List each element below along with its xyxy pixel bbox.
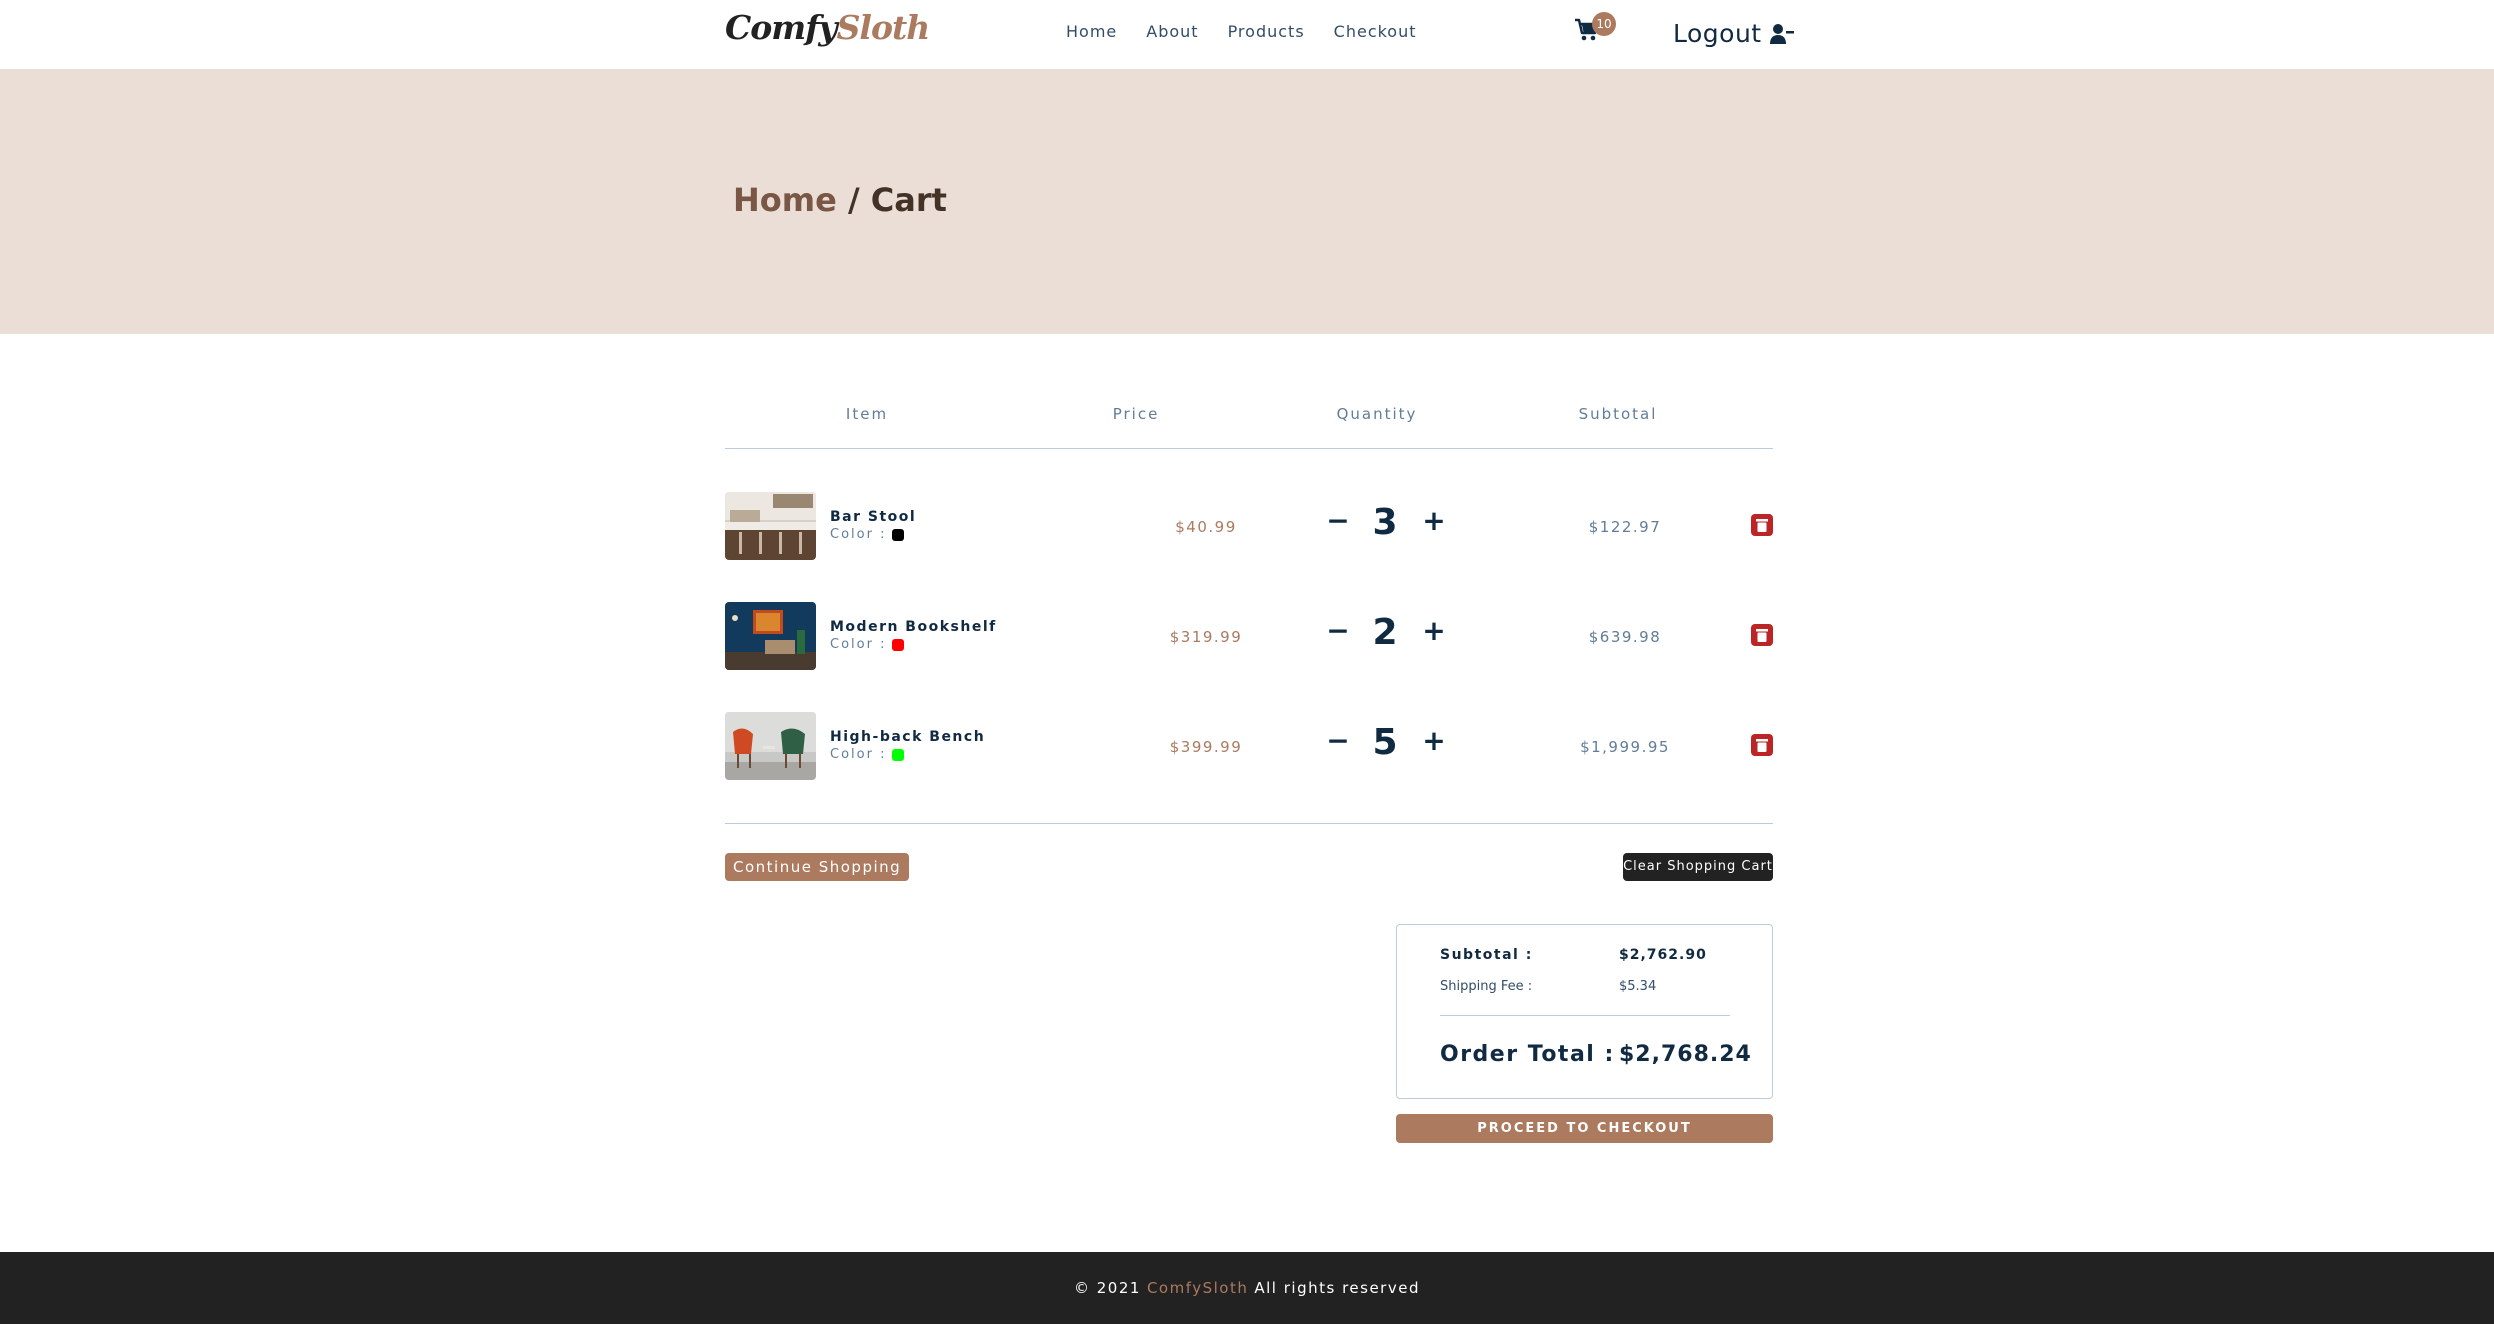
cart-item-row: Bar Stool Color : $40.99 − 3 + $122.97	[725, 492, 1773, 560]
page-hero: Home / Cart	[0, 69, 2494, 334]
footer-copyright: © 2021	[1074, 1279, 1141, 1297]
item-color-label: Color :	[830, 637, 887, 652]
high-back-bench-image	[725, 712, 816, 780]
clear-cart-button[interactable]: Clear Shopping Cart	[1623, 853, 1773, 881]
item-color-label: Color :	[830, 527, 887, 542]
item-quantity: 5	[1372, 722, 1398, 763]
shipping-label: Shipping Fee :	[1440, 979, 1533, 994]
item-price: $40.99	[1175, 518, 1237, 536]
nav-link-products[interactable]: Products	[1228, 22, 1305, 41]
item-color-label: Color :	[830, 747, 887, 762]
header-quantity: Quantity	[1336, 405, 1418, 423]
breadcrumb-current: Cart	[870, 181, 947, 219]
color-swatch	[892, 638, 905, 651]
decrease-quantity-button[interactable]: −	[1326, 614, 1350, 647]
cart-totals: Subtotal : $2,762.90 Shipping Fee : $5.3…	[1396, 924, 1773, 1099]
nav-link-checkout[interactable]: Checkout	[1334, 22, 1417, 41]
cart-table-header: Item Price Quantity Subtotal	[725, 405, 1773, 449]
cart-item-row: Modern Bookshelf Color : $319.99 − 2 + $…	[725, 602, 1773, 670]
table-divider	[725, 823, 1773, 824]
item-name: High-back Bench	[830, 729, 986, 745]
subtotal-value: $2,762.90	[1619, 947, 1707, 963]
bar-stool-image	[725, 492, 816, 560]
color-swatch	[892, 528, 905, 541]
trash-icon	[1756, 628, 1768, 642]
item-quantity: 2	[1372, 612, 1398, 653]
logo-comfy: Comfy	[725, 8, 838, 47]
decrease-quantity-button[interactable]: −	[1326, 724, 1350, 757]
order-total-label: Order Total :	[1440, 1042, 1615, 1067]
remove-item-button[interactable]	[1751, 624, 1773, 646]
logout-label: Logout	[1673, 19, 1762, 48]
breadcrumb-separator: /	[836, 181, 871, 219]
proceed-to-checkout-button[interactable]: PROCEED TO CHECKOUT	[1396, 1114, 1773, 1143]
user-minus-icon	[1769, 23, 1794, 44]
item-quantity: 3	[1372, 502, 1398, 543]
breadcrumb-home[interactable]: Home	[733, 181, 837, 219]
header-price: Price	[1112, 405, 1160, 423]
increase-quantity-button[interactable]: +	[1422, 614, 1446, 647]
cart-item-row: High-back Bench Color : $399.99 − 5 + $1…	[725, 712, 1773, 780]
nav-link-about[interactable]: About	[1146, 22, 1198, 41]
breadcrumb: Home / Cart	[733, 181, 947, 219]
header-subtotal: Subtotal	[1578, 405, 1658, 423]
trash-icon	[1756, 518, 1768, 532]
modern-bookshelf-image	[725, 602, 816, 670]
increase-quantity-button[interactable]: +	[1422, 724, 1446, 757]
item-price: $319.99	[1169, 628, 1243, 646]
item-color: Color :	[830, 637, 905, 652]
footer-rights: All rights reserved	[1254, 1279, 1420, 1297]
logout-button[interactable]: Logout	[1673, 19, 1794, 48]
nav-link-home[interactable]: Home	[1066, 22, 1117, 41]
color-swatch	[892, 748, 905, 761]
item-subtotal: $1,999.95	[1580, 738, 1670, 756]
navbar: ComfySloth Home About Products Checkout …	[0, 0, 2494, 69]
footer: © 2021 ComfySloth All rights reserved	[0, 1252, 2494, 1324]
item-subtotal: $122.97	[1588, 518, 1662, 536]
cart-count-badge: 10	[1592, 12, 1616, 36]
subtotal-label: Subtotal :	[1440, 947, 1533, 963]
logo[interactable]: ComfySloth	[725, 8, 931, 47]
item-color: Color :	[830, 527, 905, 542]
item-subtotal: $639.98	[1588, 628, 1662, 646]
cart-button[interactable]: 10	[1574, 12, 1616, 48]
remove-item-button[interactable]	[1751, 514, 1773, 536]
nav-links: Home About Products Checkout	[1066, 22, 1417, 41]
remove-item-button[interactable]	[1751, 734, 1773, 756]
increase-quantity-button[interactable]: +	[1422, 504, 1446, 537]
continue-shopping-button[interactable]: Continue Shopping	[725, 853, 910, 881]
item-color: Color :	[830, 747, 905, 762]
header-item: Item	[845, 405, 889, 423]
totals-divider	[1440, 1015, 1730, 1016]
logo-sloth: Sloth	[836, 8, 931, 47]
trash-icon	[1756, 738, 1768, 752]
item-name: Bar Stool	[830, 509, 917, 525]
order-total-value: $2,768.24	[1619, 1042, 1752, 1067]
shipping-value: $5.34	[1619, 979, 1657, 994]
item-price: $399.99	[1169, 738, 1243, 756]
item-name: Modern Bookshelf	[830, 619, 997, 635]
footer-brand: ComfySloth	[1146, 1279, 1249, 1297]
decrease-quantity-button[interactable]: −	[1326, 504, 1350, 537]
